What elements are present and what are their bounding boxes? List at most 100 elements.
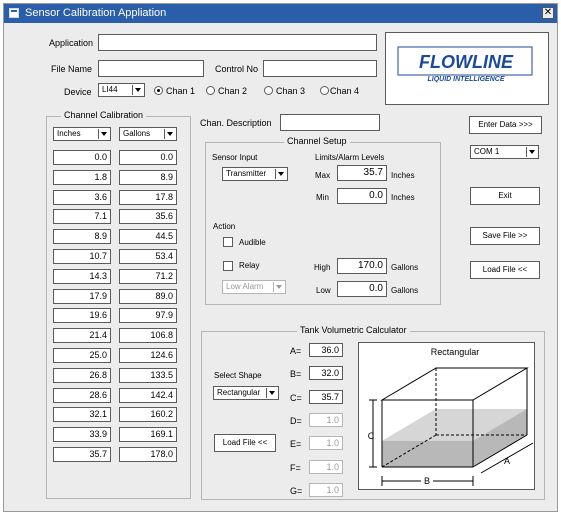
sensor-input-dropdown[interactable]: Transmitter [222, 167, 288, 181]
tank-dim-label: G= [290, 485, 303, 496]
max-input[interactable]: 35.7 [337, 165, 387, 181]
calibration-inches-cell[interactable]: 26.8 [53, 367, 111, 383]
file-name-input[interactable] [98, 60, 204, 77]
control-no-input[interactable] [263, 60, 377, 77]
limits-label: Limits/Alarm Levels [315, 153, 385, 162]
calibration-inches-cell[interactable]: 21.4 [53, 328, 111, 344]
tank-dim-input[interactable]: 32.0 [309, 366, 343, 381]
calibration-gallons-cell[interactable]: 35.6 [119, 209, 177, 225]
high-unit: Gallons [391, 263, 419, 272]
com-port-dropdown[interactable]: COM 1 [470, 145, 539, 159]
unit-right-dropdown[interactable]: Gallons [119, 127, 177, 141]
app-window: Sensor Calibration Appliation ✕ Applicat… [3, 3, 558, 512]
diagram-title: Rectangular [431, 347, 480, 357]
calibration-inches-cell[interactable]: 25.0 [53, 348, 111, 363]
calibration-gallons-cell[interactable]: 8.9 [119, 169, 177, 185]
title-bar: Sensor Calibration Appliation ✕ [4, 4, 557, 23]
tank-dim-input[interactable]: 1.0 [309, 459, 343, 474]
tank-load-file-button[interactable]: Load File << [214, 434, 276, 452]
audible-checkbox[interactable] [223, 237, 233, 247]
tank-dim-label: B= [290, 369, 302, 380]
calibration-inches-cell[interactable]: 17.9 [53, 288, 111, 304]
calibration-inches-cell[interactable]: 33.9 [53, 427, 111, 443]
calibration-gallons-cell[interactable]: 0.0 [119, 150, 177, 165]
company-logo: FLOWLINE LIQUID INTELLIGENCE [385, 32, 549, 105]
device-label: Device [64, 87, 92, 97]
chan-description-input[interactable] [280, 114, 380, 131]
calibration-inches-cell[interactable]: 3.6 [53, 189, 111, 205]
high-input[interactable]: 170.0 [337, 258, 387, 274]
tank-dim-input[interactable]: 35.7 [309, 389, 343, 404]
tank-diagram: Rectangular C B A [358, 342, 535, 490]
tank-dim-label: D= [290, 415, 302, 426]
calibration-gallons-cell[interactable]: 53.4 [119, 249, 177, 264]
calibration-gallons-cell[interactable]: 133.5 [119, 367, 177, 383]
tank-dim-input[interactable]: 1.0 [309, 482, 343, 497]
radio-chan-3[interactable] [264, 86, 273, 95]
load-file-button[interactable]: Load File << [470, 261, 540, 279]
calibration-gallons-cell[interactable]: 97.9 [119, 308, 177, 324]
device-value: LI44 [102, 85, 118, 94]
close-button[interactable]: ✕ [542, 7, 554, 19]
low-input[interactable]: 0.0 [337, 281, 387, 297]
radio-chan-4[interactable] [320, 86, 329, 95]
max-label: Max [315, 171, 331, 180]
calibration-gallons-cell[interactable]: 44.5 [119, 229, 177, 245]
min-label: Min [316, 193, 329, 202]
enter-data-button[interactable]: Enter Data >>> [469, 116, 542, 134]
unit-right-value: Gallons [123, 129, 151, 138]
calibration-inches-cell[interactable]: 19.6 [53, 308, 111, 324]
dim-b-label: B [424, 476, 430, 486]
calibration-gallons-cell[interactable]: 169.1 [119, 427, 177, 443]
chevron-down-icon [132, 85, 143, 95]
dim-c-label: C [368, 431, 375, 441]
file-name-label: File Name [51, 64, 93, 74]
calibration-inches-cell[interactable]: 0.0 [53, 150, 111, 165]
calibration-inches-cell[interactable]: 14.3 [53, 268, 111, 284]
exit-button[interactable]: Exit [470, 187, 540, 205]
window-title: Sensor Calibration Appliation [25, 7, 167, 19]
calibration-gallons-cell[interactable]: 17.8 [119, 189, 177, 205]
tank-dim-input[interactable]: 36.0 [309, 343, 343, 357]
chan-description-label: Chan. Description [200, 118, 272, 128]
relay-checkbox[interactable] [223, 261, 233, 271]
calibration-gallons-cell[interactable]: 124.6 [119, 348, 177, 363]
unit-left-dropdown[interactable]: Inches [53, 127, 111, 141]
min-input[interactable]: 0.0 [337, 188, 387, 204]
application-input[interactable] [98, 34, 377, 51]
relay-label: Relay [239, 261, 260, 270]
chevron-down-icon [164, 129, 175, 139]
calibration-inches-cell[interactable]: 35.7 [53, 447, 111, 462]
channel-setup-title: Channel Setup [284, 136, 350, 146]
calibration-inches-cell[interactable]: 7.1 [53, 209, 111, 225]
min-unit: Inches [391, 193, 415, 202]
calibration-gallons-cell[interactable]: 106.8 [119, 328, 177, 344]
logo-wordmark: FLOWLINE [419, 52, 514, 72]
radio-chan-1[interactable] [154, 86, 163, 95]
calibration-gallons-cell[interactable]: 178.0 [119, 447, 177, 462]
calibration-gallons-cell[interactable]: 160.2 [119, 407, 177, 423]
save-file-button[interactable]: Save File >> [470, 227, 540, 245]
radio-chan-2[interactable] [206, 86, 215, 95]
chevron-down-icon [273, 282, 284, 292]
device-dropdown[interactable]: LI44 [98, 83, 145, 97]
logo-tagline: LIQUID INTELLIGENCE [428, 76, 505, 83]
calibration-gallons-cell[interactable]: 71.2 [119, 268, 177, 284]
tank-dim-label: E= [290, 439, 302, 450]
dim-a-label: A [504, 456, 510, 466]
tank-dim-label: A= [290, 346, 302, 356]
tank-dim-input[interactable]: 1.0 [309, 412, 343, 427]
calibration-inches-cell[interactable]: 28.6 [53, 387, 111, 403]
tank-dim-input[interactable]: 1.0 [309, 436, 343, 451]
alarm-type-dropdown[interactable]: Low Alarm [222, 280, 286, 294]
calibration-inches-cell[interactable]: 1.8 [53, 169, 111, 185]
calibration-gallons-cell[interactable]: 89.0 [119, 288, 177, 304]
calibration-inches-cell[interactable]: 8.9 [53, 229, 111, 245]
shape-dropdown[interactable]: Rectangular [213, 386, 279, 400]
calibration-inches-cell[interactable]: 32.1 [53, 407, 111, 423]
calibration-inches-cell[interactable]: 10.7 [53, 249, 111, 264]
chan-3-label: Chan 3 [276, 86, 306, 96]
calibration-gallons-cell[interactable]: 142.4 [119, 387, 177, 403]
low-label: Low [316, 286, 331, 295]
tank-dim-label: F= [290, 462, 301, 473]
